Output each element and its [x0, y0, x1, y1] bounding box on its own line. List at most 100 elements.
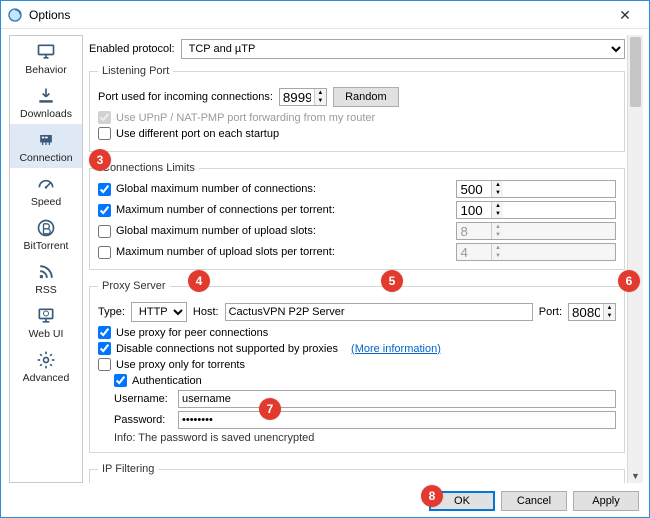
proxy-port-stepper[interactable]: ▲▼ [568, 303, 616, 321]
upload-slots-row[interactable]: Global maximum number of upload slots: [98, 225, 446, 238]
connection-limits-group: Connections Limits Global maximum number… [89, 162, 625, 270]
protocol-select[interactable]: TCP and µTP [181, 39, 625, 59]
sidebar-item-label: Connection [19, 152, 72, 164]
per-torrent-input[interactable] [457, 202, 491, 218]
window-title: Options [29, 8, 607, 22]
app-icon [7, 7, 23, 23]
proxy-peer-row[interactable]: Use proxy for peer connections [98, 326, 616, 339]
sidebar-item-label: Speed [31, 196, 61, 208]
global-max-label: Global maximum number of connections: [116, 183, 316, 195]
sidebar-item-webui[interactable]: Web UI [10, 300, 82, 344]
password-input[interactable] [178, 411, 616, 429]
sidebar-item-downloads[interactable]: Downloads [10, 80, 82, 124]
dialog-footer: OK Cancel Apply [1, 485, 649, 517]
proxy-peer-checkbox[interactable] [98, 326, 111, 339]
proxy-only-torrents-row[interactable]: Use proxy only for torrents [98, 358, 616, 371]
password-info: Info: The password is saved unencrypted [114, 432, 616, 444]
proxy-disable-row[interactable]: Disable connections not supported by pro… [98, 342, 616, 355]
gauge-icon [34, 174, 58, 194]
per-torrent-stepper[interactable]: ▲▼ [456, 201, 616, 219]
upload-slots-checkbox[interactable] [98, 225, 111, 238]
password-label: Password: [114, 414, 172, 426]
sidebar-item-label: Downloads [20, 108, 72, 120]
proxy-only-torrents-label: Use proxy only for torrents [116, 359, 245, 371]
spin-down[interactable]: ▼ [314, 97, 326, 105]
proxy-host-label: Host: [193, 306, 219, 318]
proxy-type-label: Type: [98, 306, 125, 318]
sidebar-item-label: BitTorrent [24, 240, 69, 252]
proxy-auth-label: Authentication [132, 375, 202, 387]
sidebar: Behavior Downloads Connection Speed BitT… [9, 35, 83, 483]
ip-filtering-group: IP Filtering [89, 463, 625, 483]
badge-7: 7 [259, 398, 281, 420]
global-max-row[interactable]: Global maximum number of connections: [98, 183, 446, 196]
badge-6: 6 [618, 270, 640, 292]
sidebar-item-bittorrent[interactable]: BitTorrent [10, 212, 82, 256]
upload-slots-per-checkbox[interactable] [98, 246, 111, 259]
cancel-button[interactable]: Cancel [501, 491, 567, 511]
sidebar-item-advanced[interactable]: Advanced [10, 344, 82, 388]
upnp-label: Use UPnP / NAT-PMP port forwarding from … [116, 112, 375, 124]
badge-4: 4 [188, 270, 210, 292]
global-max-input[interactable] [457, 181, 491, 197]
proxy-disable-label: Disable connections not supported by pro… [116, 343, 338, 355]
username-label: Username: [114, 393, 172, 405]
scroll-down-icon[interactable]: ▼ [628, 469, 643, 483]
upload-slots-per-row[interactable]: Maximum number of upload slots per torre… [98, 246, 446, 259]
webui-icon [34, 306, 58, 326]
bittorrent-icon [34, 218, 58, 238]
badge-3: 3 [89, 149, 111, 171]
main-panel: Enabled protocol: TCP and µTP Listening … [89, 35, 643, 483]
diffport-checkbox-row[interactable]: Use different port on each startup [98, 127, 616, 140]
vertical-scrollbar[interactable]: ▲ ▼ [627, 35, 643, 483]
random-button[interactable]: Random [333, 87, 399, 107]
spin-up[interactable]: ▲ [314, 89, 326, 97]
sidebar-item-label: Advanced [23, 372, 70, 384]
proxy-only-torrents-checkbox[interactable] [98, 358, 111, 371]
badge-5: 5 [381, 270, 403, 292]
sidebar-item-label: RSS [35, 284, 57, 296]
more-info-link[interactable]: (More information) [351, 343, 441, 355]
per-torrent-checkbox[interactable] [98, 204, 111, 217]
sidebar-item-rss[interactable]: RSS [10, 256, 82, 300]
apply-button[interactable]: Apply [573, 491, 639, 511]
network-icon [34, 130, 58, 150]
proxy-disable-checkbox[interactable] [98, 342, 111, 355]
proxy-port-input[interactable] [569, 304, 603, 320]
upload-slots-input [457, 223, 491, 239]
scroll-thumb[interactable] [630, 37, 641, 107]
upload-slots-label: Global maximum number of upload slots: [116, 225, 316, 237]
port-label: Port used for incoming connections: [98, 91, 273, 103]
legend: IP Filtering [98, 463, 158, 475]
proxy-host-input[interactable] [225, 303, 533, 321]
diffport-label: Use different port on each startup [116, 128, 279, 140]
sidebar-item-speed[interactable]: Speed [10, 168, 82, 212]
global-max-checkbox[interactable] [98, 183, 111, 196]
port-input[interactable] [280, 89, 314, 105]
diffport-checkbox[interactable] [98, 127, 111, 140]
proxy-type-select[interactable]: HTTP [131, 302, 187, 322]
per-torrent-row[interactable]: Maximum number of connections per torren… [98, 204, 446, 217]
proxy-server-group: Proxy Server Type: HTTP Host: Port: ▲▼ [89, 280, 625, 453]
global-max-stepper[interactable]: ▲▼ [456, 180, 616, 198]
monitor-icon [34, 42, 58, 62]
upload-slots-stepper: ▲▼ [456, 222, 616, 240]
upload-slots-per-stepper: ▲▼ [456, 243, 616, 261]
username-input[interactable] [178, 390, 616, 408]
upload-slots-per-label: Maximum number of upload slots per torre… [116, 246, 335, 258]
upload-slots-per-input [457, 244, 491, 260]
port-stepper[interactable]: ▲▼ [279, 88, 327, 106]
sidebar-item-connection[interactable]: Connection [10, 124, 82, 168]
proxy-port-label: Port: [539, 306, 562, 318]
legend: Listening Port [98, 65, 173, 77]
badge-8: 8 [421, 485, 443, 507]
legend: Connections Limits [98, 162, 199, 174]
options-window: Options ✕ Behavior Downloads Connection … [0, 0, 650, 518]
download-icon [34, 86, 58, 106]
close-button[interactable]: ✕ [607, 4, 643, 26]
sidebar-item-behavior[interactable]: Behavior [10, 36, 82, 80]
listening-port-group: Listening Port Port used for incoming co… [89, 65, 625, 152]
proxy-auth-checkbox[interactable] [114, 374, 127, 387]
proxy-auth-row[interactable]: Authentication [114, 374, 616, 387]
sidebar-item-label: Behavior [25, 64, 66, 76]
